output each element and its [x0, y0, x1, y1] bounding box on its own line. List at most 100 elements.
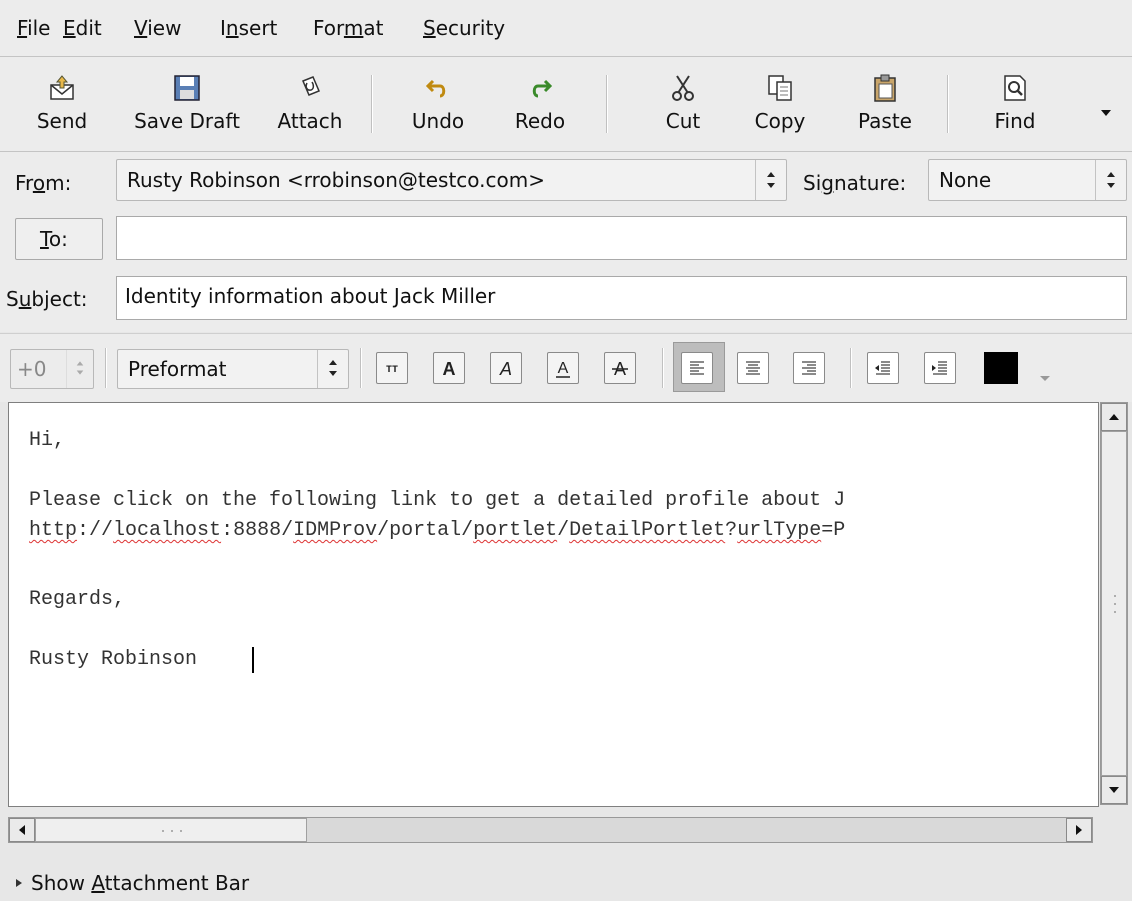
subject-input[interactable]: Identity information about Jack Miller: [116, 276, 1127, 320]
attach-button[interactable]: Attach: [265, 57, 355, 151]
menu-file[interactable]: File: [17, 16, 50, 40]
paste-button[interactable]: Paste: [845, 57, 925, 151]
updown-arrows-icon: [329, 360, 337, 376]
body-regards: Regards,: [29, 588, 126, 611]
svg-text:A: A: [558, 360, 569, 377]
signature-label: Signature:: [803, 171, 907, 195]
redo-icon: [532, 79, 553, 98]
menu-security[interactable]: Security: [423, 16, 505, 40]
format-separator: [850, 348, 852, 388]
align-center-button[interactable]: [737, 352, 769, 384]
teletype-button[interactable]: TT: [376, 352, 408, 384]
scroll-right-button[interactable]: [1066, 818, 1092, 842]
copy-icon: [768, 75, 792, 101]
font-size-stepper[interactable]: +0: [10, 349, 94, 389]
svg-text:A: A: [443, 359, 456, 379]
paste-label: Paste: [858, 109, 912, 133]
redo-button[interactable]: Redo: [500, 57, 580, 151]
address-area: From: Rusty Robinson <rrobinson@testco.c…: [0, 152, 1132, 332]
updown-arrows-icon: [1107, 172, 1115, 188]
clipboard-icon: [874, 74, 896, 102]
align-right-button[interactable]: [793, 352, 825, 384]
horizontal-scroll-thumb[interactable]: [35, 818, 307, 842]
find-button[interactable]: Find: [980, 57, 1050, 151]
undo-button[interactable]: Undo: [398, 57, 478, 151]
paragraph-style-spinner[interactable]: [317, 350, 348, 388]
send-label: Send: [36, 109, 88, 133]
bold-button[interactable]: A: [433, 352, 465, 384]
align-center-icon: [746, 361, 760, 375]
svg-text:A: A: [499, 359, 512, 379]
underline-icon: A: [556, 360, 570, 378]
signature-select-spinner[interactable]: [1095, 160, 1126, 200]
toolbar-separator: [947, 75, 949, 133]
text-caret: [252, 647, 254, 673]
menu-insert[interactable]: Insert: [220, 16, 277, 40]
find-label: Find: [994, 109, 1036, 133]
scroll-left-button[interactable]: [9, 818, 35, 842]
undo-label: Undo: [411, 109, 465, 133]
attach-label: Attach: [277, 109, 343, 133]
save-draft-button[interactable]: Save Draft: [122, 57, 252, 151]
from-select-spinner[interactable]: [755, 160, 786, 200]
outdent-icon: [875, 361, 890, 375]
outdent-button[interactable]: [867, 352, 899, 384]
underline-button[interactable]: A: [547, 352, 579, 384]
send-button[interactable]: Send: [22, 57, 102, 151]
text-color-swatch[interactable]: [984, 352, 1018, 384]
menu-bar: File Edit View Insert Format Security: [0, 0, 1132, 57]
italic-icon: A: [499, 359, 512, 379]
paragraph-style-value: Preformat: [128, 357, 227, 381]
vertical-scrollbar[interactable]: [1100, 402, 1128, 805]
format-separator: [662, 348, 664, 388]
menu-format[interactable]: Format: [313, 16, 384, 40]
strikethrough-icon: A: [612, 359, 628, 379]
copy-button[interactable]: Copy: [740, 57, 820, 151]
attachment-bar-toggle[interactable]: Show Attachment Bar: [0, 860, 1132, 901]
subject-value: Identity information about Jack Miller: [125, 284, 496, 308]
expander-triangle-icon: [16, 879, 22, 887]
grip-dots-icon: [162, 830, 182, 832]
italic-button[interactable]: A: [490, 352, 522, 384]
horizontal-scrollbar[interactable]: [8, 817, 1093, 843]
to-button-label: To:: [40, 227, 68, 251]
main-toolbar: Send Save Draft Attach Undo Redo Cut Cop…: [0, 57, 1132, 152]
scroll-up-button[interactable]: [1101, 403, 1127, 431]
grip-dots-icon: [1114, 595, 1116, 613]
chevron-down-icon: [1040, 376, 1050, 381]
from-select[interactable]: Rusty Robinson <rrobinson@testco.com>: [116, 159, 787, 201]
chevron-down-icon: [1101, 110, 1111, 116]
body-link[interactable]: http://localhost:8888/IDMProv/portal/por…: [29, 519, 845, 542]
from-value: Rusty Robinson <rrobinson@testco.com>: [127, 168, 546, 192]
indent-icon: [932, 361, 947, 375]
strikethrough-button[interactable]: A: [604, 352, 636, 384]
signature-select[interactable]: None: [928, 159, 1127, 201]
body-signature: Rusty Robinson: [29, 648, 198, 671]
updown-arrows-icon: [767, 172, 775, 188]
to-input[interactable]: [116, 216, 1127, 260]
indent-button[interactable]: [924, 352, 956, 384]
to-button[interactable]: To:: [15, 218, 103, 260]
body-greeting: Hi,: [29, 429, 66, 452]
copy-label: Copy: [754, 109, 806, 133]
toolbar-overflow-button[interactable]: [1098, 99, 1114, 123]
menu-view[interactable]: View: [134, 16, 181, 40]
font-size-spinner[interactable]: [66, 350, 93, 388]
align-left-button[interactable]: [681, 352, 713, 384]
vertical-scroll-thumb[interactable]: [1101, 431, 1127, 776]
scroll-down-button[interactable]: [1101, 776, 1127, 804]
updown-arrows-icon: [76, 361, 84, 375]
message-body-editor[interactable]: Hi, Please click on the following link t…: [8, 402, 1099, 807]
signature-value: None: [939, 168, 992, 192]
bold-icon: A: [443, 359, 456, 379]
cut-label: Cut: [665, 109, 701, 133]
font-size-value: +0: [17, 357, 47, 381]
menu-edit[interactable]: Edit: [63, 16, 102, 40]
svg-text:TT: TT: [386, 365, 398, 376]
format-separator: [360, 348, 362, 388]
floppy-disk-icon: [174, 75, 200, 101]
paragraph-style-select[interactable]: Preformat: [117, 349, 349, 389]
text-color-dropdown[interactable]: [1038, 364, 1052, 388]
arrow-left-icon: [19, 825, 25, 835]
cut-button[interactable]: Cut: [648, 57, 718, 151]
